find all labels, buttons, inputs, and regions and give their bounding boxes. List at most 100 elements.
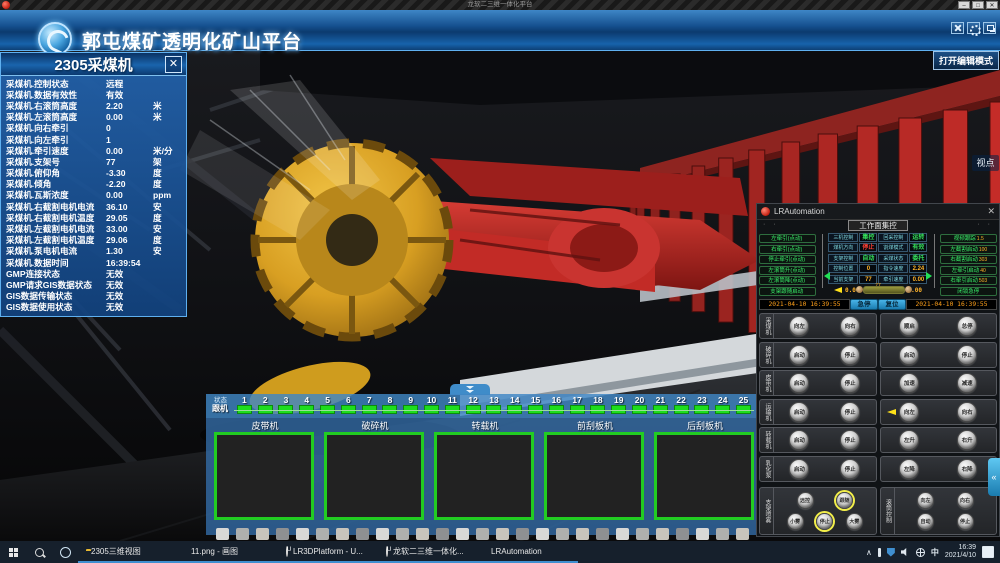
taskbar-item[interactable]: LRAutomation	[478, 541, 578, 563]
device-button[interactable]: 启动	[789, 430, 809, 450]
support-unit[interactable]: 19	[608, 395, 629, 414]
tab-nav-dots-left[interactable]: · ·	[763, 221, 779, 228]
device-button[interactable]: 停止	[957, 345, 977, 365]
device-button[interactable]: 总停	[957, 316, 977, 336]
support-status-block[interactable]	[674, 405, 689, 414]
camera-thumbnail[interactable]	[544, 432, 644, 520]
support-unit[interactable]: 1	[234, 395, 255, 414]
support-status-block[interactable]	[736, 405, 751, 414]
film-frame[interactable]	[336, 528, 349, 540]
support-unit[interactable]: 24	[712, 395, 733, 414]
jog-button[interactable]: 左牵引启动40	[940, 266, 997, 275]
device-button[interactable]: 停止	[840, 402, 860, 422]
clock[interactable]: 16:39 2021/4/10	[945, 544, 976, 560]
device-button[interactable]: 停止	[840, 459, 860, 479]
film-frame[interactable]	[536, 528, 549, 540]
film-frame[interactable]	[416, 528, 429, 540]
support-unit[interactable]: 17	[567, 395, 588, 414]
taskbar-item[interactable]: LR3DPlatform - U...	[278, 541, 378, 563]
camera-thumbnail[interactable]	[654, 432, 754, 520]
device-button[interactable]: 左升	[899, 430, 919, 450]
reset-button[interactable]: 复位	[878, 299, 906, 310]
film-frame[interactable]	[576, 528, 589, 540]
film-frame[interactable]	[496, 528, 509, 540]
viewpoint-tab[interactable]: 视点	[972, 155, 999, 171]
film-frame[interactable]	[296, 528, 309, 540]
panel-close-icon[interactable]: ✕	[165, 56, 182, 73]
spray-button[interactable]: 小雾	[787, 513, 804, 530]
device-button[interactable]: 向右	[840, 316, 860, 336]
device-button[interactable]: 启动	[789, 373, 809, 393]
jog-button[interactable]: 停止牵引(点动)	[759, 255, 816, 264]
support-unit[interactable]: 25	[733, 395, 754, 414]
support-status-block[interactable]	[424, 405, 439, 414]
support-status-block[interactable]	[632, 405, 647, 414]
restore-view-icon[interactable]	[983, 22, 996, 34]
drum-button[interactable]: 自动	[917, 513, 934, 530]
film-frame[interactable]	[436, 528, 449, 540]
drum-button[interactable]: 向右	[957, 492, 974, 509]
support-unit[interactable]: 15	[525, 395, 546, 414]
spray-button[interactable]: 停止	[816, 513, 833, 530]
camera-thumbnail[interactable]	[434, 432, 534, 520]
device-button[interactable]: 启动	[789, 345, 809, 365]
usb-icon[interactable]	[878, 548, 881, 557]
support-unit[interactable]: 23	[692, 395, 713, 414]
film-frame[interactable]	[676, 528, 689, 540]
taskbar-item[interactable]: 11.png - 画图	[178, 541, 278, 563]
film-frame[interactable]	[716, 528, 729, 540]
film-frame[interactable]	[356, 528, 369, 540]
spray-button[interactable]: 跟随	[836, 492, 853, 509]
film-frame[interactable]	[456, 528, 469, 540]
jog-button[interactable]: 右截割启动303	[940, 255, 997, 264]
network-icon[interactable]	[916, 548, 925, 557]
film-frame[interactable]	[276, 528, 289, 540]
jog-button[interactable]: 左牵引(点动)	[759, 234, 816, 243]
film-frame[interactable]	[236, 528, 249, 540]
film-frame[interactable]	[376, 528, 389, 540]
maximize-button[interactable]: □	[972, 1, 984, 9]
support-unit[interactable]: 11	[442, 395, 463, 414]
device-button[interactable]: 停止	[840, 373, 860, 393]
jog-button[interactable]: 右牵引(点动)	[759, 245, 816, 254]
support-unit[interactable]: 2	[255, 395, 276, 414]
support-unit[interactable]: 20	[629, 395, 650, 414]
drum-button[interactable]: 停止	[957, 513, 974, 530]
support-unit[interactable]: 8	[380, 395, 401, 414]
device-button[interactable]: 向右	[957, 402, 977, 422]
device-button[interactable]: 减速	[957, 373, 977, 393]
support-status-block[interactable]	[320, 405, 335, 414]
support-status-block[interactable]	[341, 405, 356, 414]
workface-control-tab[interactable]: 工作面集控	[848, 220, 908, 231]
device-button[interactable]: 停止	[840, 430, 860, 450]
support-status-block[interactable]	[362, 405, 377, 414]
device-button[interactable]: 顺启	[899, 316, 919, 336]
spray-button[interactable]: 远控	[797, 492, 814, 509]
device-button[interactable]: 向左	[789, 316, 809, 336]
support-unit[interactable]: 21	[650, 395, 671, 414]
tab-nav-dots-right[interactable]: · ·	[977, 221, 993, 228]
device-button[interactable]: 加速	[899, 373, 919, 393]
spray-button[interactable]: 大雾	[846, 513, 863, 530]
jog-button[interactable]: 闭锁急停	[940, 287, 997, 296]
film-frame[interactable]	[636, 528, 649, 540]
film-frame[interactable]	[476, 528, 489, 540]
support-status-block[interactable]	[403, 405, 418, 414]
film-frame[interactable]	[596, 528, 609, 540]
open-edit-mode-button[interactable]: 打开编辑模式	[933, 51, 999, 70]
support-status-block[interactable]	[611, 405, 626, 414]
support-unit[interactable]: 22	[671, 395, 692, 414]
support-status-block[interactable]	[653, 405, 668, 414]
security-shield-icon[interactable]	[887, 548, 895, 557]
device-button[interactable]: 启动	[899, 345, 919, 365]
device-button[interactable]: 启动	[789, 402, 809, 422]
notification-center-icon[interactable]	[982, 546, 994, 558]
tray-expand-icon[interactable]: ∧	[866, 548, 872, 557]
device-button[interactable]: 停止	[840, 345, 860, 365]
support-status-block[interactable]	[570, 405, 585, 414]
jog-button[interactable]: 视频跟踪1.5	[940, 234, 997, 243]
support-status-block[interactable]	[590, 405, 605, 414]
jog-button[interactable]: 右牵引启动503	[940, 276, 997, 285]
film-frame[interactable]	[216, 528, 229, 540]
minimize-button[interactable]: –	[958, 1, 970, 9]
